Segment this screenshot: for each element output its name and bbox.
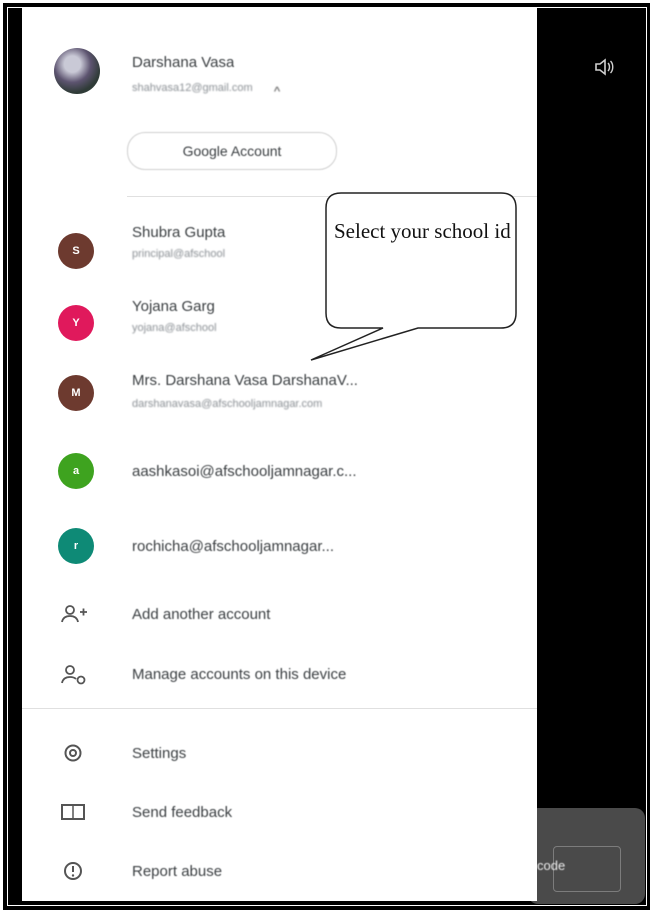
google-account-button[interactable]: Google Account [127, 132, 337, 170]
account-avatar: S [58, 233, 94, 269]
current-user-name: Darshana Vasa [132, 54, 235, 71]
account-menu-panel: Darshana Vasa shahvasa12@gmail.com ^ Goo… [22, 8, 537, 901]
account-email: darshanavasa@afschooljamnagar.com [132, 398, 323, 410]
report-icon [62, 860, 84, 887]
callout-text: Select your school id [334, 219, 511, 243]
divider-bottom [22, 708, 537, 709]
code-label: code [537, 858, 566, 873]
gear-icon [62, 742, 84, 769]
report-abuse-label: Report abuse [132, 863, 223, 880]
account-name: rochicha@afschooljamnagar... [132, 538, 335, 555]
expand-accounts-chevron[interactable]: ^ [274, 84, 280, 99]
speaker-icon[interactable] [593, 58, 615, 81]
account-avatar: Y [58, 305, 94, 341]
add-person-icon [60, 604, 88, 629]
add-account-label: Add another account [132, 606, 271, 623]
feedback-icon [60, 803, 86, 826]
account-name: Mrs. Darshana Vasa DarshanaV... [132, 372, 358, 389]
account-email: yojana@afschool [132, 322, 217, 334]
account-avatar: M [58, 375, 94, 411]
account-name: Yojana Garg [132, 298, 215, 315]
divider-top [127, 196, 537, 197]
manage-accounts-label: Manage accounts on this device [132, 666, 347, 683]
account-email: principal@afschool [132, 248, 226, 260]
screenshot-frame: code Darshana Vasa shahvasa12@gmail.com … [3, 3, 650, 910]
current-user-avatar [54, 48, 100, 94]
current-user-email: shahvasa12@gmail.com [132, 82, 253, 94]
manage-accounts-icon [60, 664, 88, 691]
send-feedback-label: Send feedback [132, 804, 233, 821]
account-name: Shubra Gupta [132, 224, 226, 241]
account-avatar: a [58, 453, 94, 489]
settings-label: Settings [132, 745, 187, 762]
account-avatar: r [58, 528, 94, 564]
screen: code Darshana Vasa shahvasa12@gmail.com … [7, 7, 647, 906]
account-name: aashkasoi@afschooljamnagar.c... [132, 463, 357, 480]
